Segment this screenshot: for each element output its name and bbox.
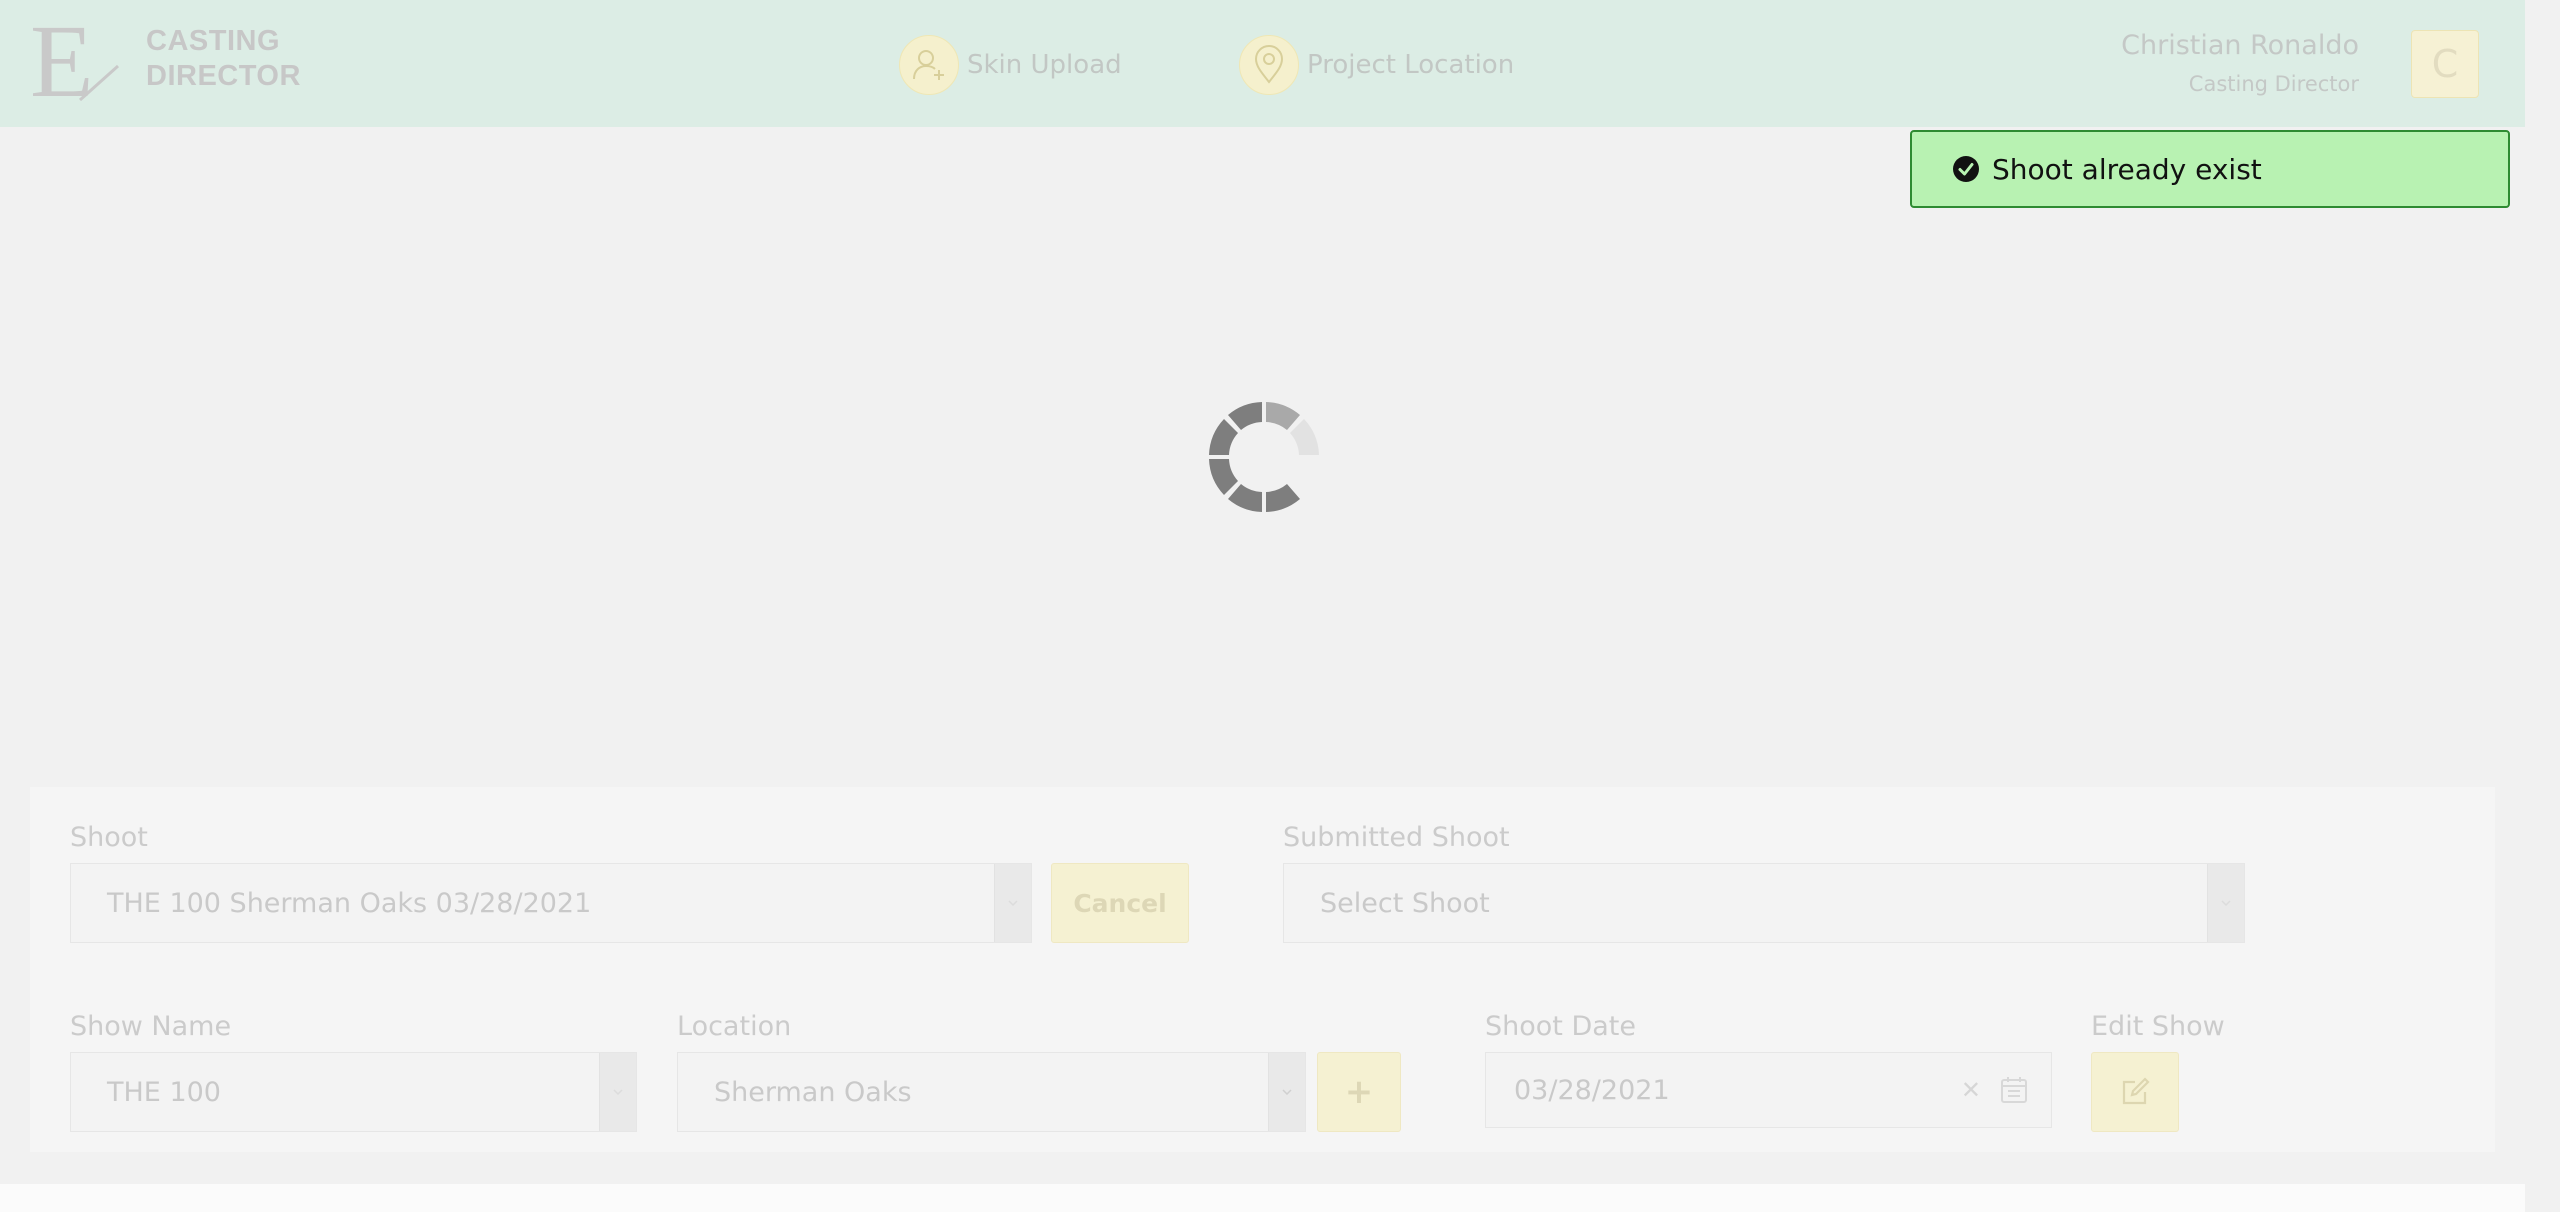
check-circle-icon: [1953, 156, 1979, 182]
shoot-date-label: Shoot Date: [1485, 1011, 1636, 1042]
nav-project-location[interactable]: Project Location: [1239, 34, 1514, 96]
user-name: Christian Ronaldo: [2121, 30, 2359, 61]
add-location-label: +: [1344, 1072, 1374, 1112]
toast-notification[interactable]: Shoot already exist: [1910, 130, 2510, 208]
cancel-button[interactable]: Cancel: [1051, 863, 1189, 943]
svg-text:E: E: [30, 8, 94, 108]
location-label: Location: [677, 1011, 792, 1042]
user-role: Casting Director: [2188, 72, 2359, 96]
cancel-button-label: Cancel: [1073, 888, 1167, 918]
user-add-icon: [899, 35, 959, 95]
logo-e-mark: E: [30, 8, 120, 108]
chevron-down-icon: [2207, 864, 2244, 942]
chevron-down-icon: [1268, 1053, 1305, 1131]
nav-project-location-label: Project Location: [1307, 50, 1515, 80]
shoot-label: Shoot: [70, 822, 148, 853]
submitted-shoot-placeholder: Select Shoot: [1320, 887, 1490, 919]
calendar-icon[interactable]: [1999, 1075, 2029, 1105]
edit-icon: [2122, 1077, 2150, 1105]
shoot-select[interactable]: THE 100 Sherman Oaks 03/28/2021: [70, 863, 1032, 943]
show-name-value: THE 100: [107, 1076, 221, 1108]
loading-spinner-icon: [1209, 402, 1319, 512]
add-location-button[interactable]: +: [1317, 1052, 1401, 1132]
map-pin-icon: [1239, 35, 1299, 95]
logo-line-1: CASTING: [146, 25, 280, 57]
location-value: Sherman Oaks: [714, 1076, 912, 1108]
top-header: E CASTING DIRECTOR Skin Upload Project L…: [0, 0, 2525, 127]
logo-line-2: DIRECTOR: [146, 60, 301, 92]
edit-show-button[interactable]: [2091, 1052, 2179, 1132]
shoot-select-value: THE 100 Sherman Oaks 03/28/2021: [107, 887, 592, 919]
nav-skin-upload-label: Skin Upload: [967, 50, 1122, 80]
show-name-label: Show Name: [70, 1011, 232, 1042]
clear-icon[interactable]: ✕: [1961, 1076, 1981, 1104]
shoot-date-input[interactable]: 03/28/2021 ✕: [1485, 1052, 2052, 1128]
chevron-down-icon: [994, 864, 1031, 942]
toast-message: Shoot already exist: [1992, 152, 2262, 186]
chevron-down-icon: [599, 1053, 636, 1131]
submitted-shoot-select[interactable]: Select Shoot: [1283, 863, 2245, 943]
submitted-shoot-label: Submitted Shoot: [1283, 822, 1510, 853]
shoot-date-value: 03/28/2021: [1514, 1074, 1670, 1106]
show-name-select[interactable]: THE 100: [70, 1052, 637, 1132]
location-select[interactable]: Sherman Oaks: [677, 1052, 1306, 1132]
nav-skin-upload[interactable]: Skin Upload: [899, 34, 1122, 96]
avatar[interactable]: C: [2411, 30, 2479, 98]
edit-show-label: Edit Show: [2091, 1011, 2225, 1042]
page-footer-strip: [0, 1184, 2525, 1212]
logo-text: CASTING DIRECTOR: [146, 24, 346, 94]
